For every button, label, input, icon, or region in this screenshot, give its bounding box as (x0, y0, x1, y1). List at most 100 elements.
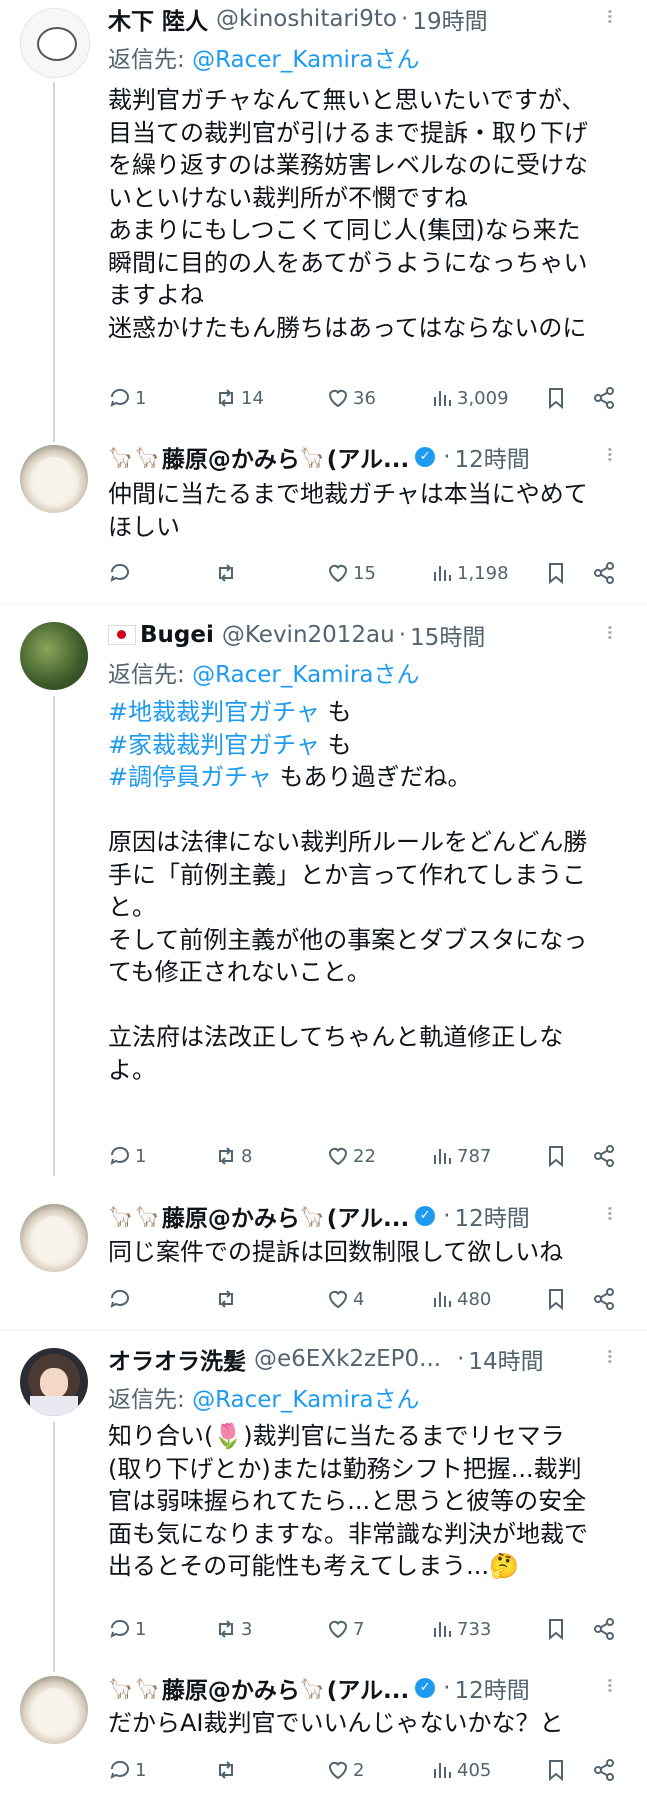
views-button[interactable]: 787 (430, 1141, 491, 1171)
like-button[interactable]: 4 (326, 1284, 364, 1314)
bookmark-button[interactable] (544, 1141, 568, 1171)
retweet-button[interactable] (214, 1284, 241, 1314)
hashtag-link[interactable]: #調停員ガチャ (108, 763, 272, 791)
retweet-button[interactable] (214, 558, 241, 588)
display-name[interactable]: 藤原@かみら (162, 1671, 300, 1705)
analytics-icon (434, 1763, 451, 1778)
retweet-icon (219, 389, 233, 407)
more-options-icon[interactable]: ··· (596, 1205, 621, 1220)
retweet-button[interactable] (214, 1755, 241, 1785)
tweet-header: オラオラ洗髪 @e6EXk2zEP0... · 14時間 (108, 1342, 544, 1376)
more-options-icon[interactable]: ··· (596, 1348, 621, 1363)
tweet-text: だからAI裁判官でいいんじゃないかな？と (108, 1709, 564, 1737)
reply-icon (110, 1619, 129, 1638)
divider (0, 1330, 647, 1331)
retweet-button[interactable]: 14 (214, 383, 264, 413)
user-handle[interactable]: @Kevin2012au (222, 622, 395, 648)
verified-badge-icon: ✓ (415, 1206, 436, 1226)
avatar[interactable] (20, 1348, 88, 1416)
like-button[interactable]: 7 (326, 1614, 364, 1644)
reply-button[interactable] (108, 558, 135, 588)
share-button[interactable] (592, 383, 616, 413)
views-button[interactable]: 3,009 (430, 383, 509, 413)
reply-mention-link[interactable]: @Racer_Kamiraさん (192, 47, 419, 73)
reply-to: 返信先: @Racer_Kamiraさん (108, 662, 420, 688)
reply-button[interactable]: 1 (108, 1141, 146, 1171)
like-button[interactable]: 15 (326, 558, 376, 588)
display-name[interactable]: 木下 陸人 (108, 2, 208, 36)
views-button[interactable]: 733 (430, 1614, 491, 1644)
tweet-header: Bugei @Kevin2012au · 15時間 (108, 618, 485, 652)
heart-icon (328, 1147, 348, 1166)
views-button[interactable]: 405 (430, 1755, 491, 1785)
bookmark-icon (549, 1146, 563, 1168)
reply-mention-link[interactable]: @Racer_Kamiraさん (192, 1387, 419, 1413)
heart-icon (328, 1290, 348, 1309)
reply-button[interactable]: 1 (108, 383, 146, 413)
share-button[interactable] (592, 558, 616, 588)
reply-button[interactable]: 1 (108, 1755, 146, 1785)
hashtag-link[interactable]: #地裁裁判官ガチャ (108, 698, 320, 726)
retweet-button[interactable]: 8 (214, 1141, 252, 1171)
reply-icon (110, 1760, 129, 1779)
reply-icon (110, 1289, 129, 1308)
bookmark-icon (549, 388, 563, 410)
japan-flag-icon (108, 625, 136, 645)
share-icon (594, 562, 614, 584)
timestamp[interactable]: 15時間 (410, 618, 485, 652)
display-name[interactable]: 藤原@かみら (162, 1199, 300, 1233)
display-name[interactable]: オラオラ洗髪 (108, 1342, 246, 1376)
avatar[interactable] (20, 1676, 88, 1744)
like-button[interactable]: 36 (326, 383, 376, 413)
tweet-text: 仲間に当たるまで地裁ガチャは本当にやめて ほしい (108, 480, 588, 541)
tweet-header: 🦙 🦙 藤原@かみら 🦙 (アル... ✓ · 12時間 (108, 1199, 530, 1233)
timestamp[interactable]: 14時間 (468, 1342, 543, 1376)
avatar[interactable] (20, 8, 90, 78)
avatar[interactable] (20, 445, 88, 513)
verified-badge-icon: ✓ (415, 1678, 436, 1698)
hashtag-link[interactable]: #家裁裁判官ガチャ (108, 731, 320, 759)
more-options-icon[interactable]: ··· (596, 1677, 621, 1692)
heart-icon (328, 564, 348, 583)
tweet-actions: 1 8 22 787 (108, 1141, 628, 1171)
reply-button[interactable]: 1 (108, 1614, 146, 1644)
user-handle[interactable]: @kinoshitari9to (216, 6, 397, 32)
share-button[interactable] (592, 1284, 616, 1314)
bookmark-button[interactable] (544, 1614, 568, 1644)
reply-mention-link[interactable]: @Racer_Kamiraさん (192, 662, 419, 688)
share-icon (594, 1759, 614, 1781)
retweet-button[interactable]: 3 (214, 1614, 252, 1644)
timestamp[interactable]: 12時間 (455, 1199, 530, 1233)
reply-icon (110, 1146, 129, 1165)
timestamp[interactable]: 19時間 (412, 2, 487, 36)
more-options-icon[interactable]: ··· (596, 446, 621, 461)
avatar[interactable] (20, 622, 88, 690)
views-button[interactable]: 1,198 (430, 558, 509, 588)
bookmark-button[interactable] (544, 1284, 568, 1314)
retweet-icon (219, 1147, 233, 1165)
like-button[interactable]: 2 (326, 1755, 364, 1785)
tweet-text: #地裁裁判官ガチャ も #家裁裁判官ガチャ も #調停員ガチャ もあり過ぎだね。… (108, 698, 588, 1084)
retweet-icon (219, 1761, 233, 1779)
bookmark-button[interactable] (544, 383, 568, 413)
display-name[interactable]: Bugei (140, 622, 214, 648)
share-icon (594, 387, 614, 409)
timestamp[interactable]: 12時間 (455, 1671, 530, 1705)
share-button[interactable] (592, 1614, 616, 1644)
share-button[interactable] (592, 1141, 616, 1171)
more-options-icon[interactable]: ··· (596, 624, 621, 639)
retweet-icon (219, 1290, 233, 1308)
more-options-icon[interactable]: ··· (596, 8, 621, 23)
bookmark-button[interactable] (544, 558, 568, 588)
views-button[interactable]: 480 (430, 1284, 491, 1314)
tweet-text: 知り合い(🌷)裁判官に当たるまでリセマラ (取り下げとか)または勤務シフト把握..… (108, 1422, 588, 1580)
reply-button[interactable] (108, 1284, 135, 1314)
user-handle[interactable]: @e6EXk2zEP0... (254, 1346, 441, 1372)
timestamp[interactable]: 12時間 (455, 440, 530, 474)
avatar[interactable] (20, 1204, 88, 1272)
like-button[interactable]: 22 (326, 1141, 376, 1171)
heart-icon (328, 1620, 348, 1639)
bookmark-button[interactable] (544, 1755, 568, 1785)
display-name[interactable]: 藤原@かみら (162, 440, 300, 474)
share-button[interactable] (592, 1755, 616, 1785)
